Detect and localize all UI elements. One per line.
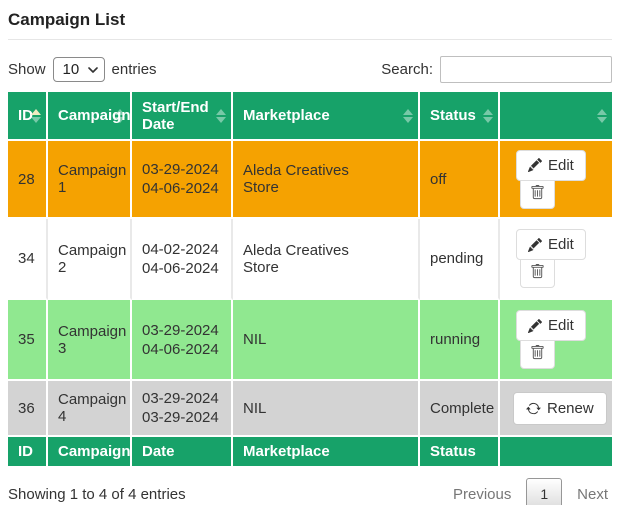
sort-arrows-icon [483, 109, 493, 123]
table-row: 28 Campaign 1 03-29-2024 04-06-2024 Aled… [8, 141, 612, 219]
end-date: 04-06-2024 [142, 259, 221, 278]
cell-status: off [420, 141, 500, 219]
footer-header-marketplace: Marketplace [233, 437, 420, 468]
renew-button-label: Renew [547, 401, 594, 416]
table-row: 36 Campaign 4 03-29-2024 03-29-2024 NIL … [8, 381, 612, 437]
footer-header-row: ID Campaign Date Marketplace Status [8, 437, 612, 468]
cell-status: running [420, 300, 500, 381]
sort-arrows-icon [115, 109, 125, 123]
title-divider [8, 39, 612, 40]
header-id[interactable]: ID [8, 92, 48, 141]
cell-status: pending [420, 219, 500, 300]
trash-icon [530, 185, 545, 200]
cell-dates: 03-29-2024 03-29-2024 [132, 381, 233, 437]
cell-campaign: Campaign 1 [48, 141, 132, 219]
cell-status: Complete [420, 381, 500, 437]
header-marketplace-label: Marketplace [243, 107, 330, 124]
cell-id: 28 [8, 141, 48, 219]
edit-button[interactable]: Edit [516, 310, 586, 341]
search-label: Search: [381, 61, 433, 78]
footer-header-id: ID [8, 437, 48, 468]
pencil-icon [528, 158, 542, 172]
pencil-icon [528, 238, 542, 252]
footer-header-date: Date [132, 437, 233, 468]
cell-id: 34 [8, 219, 48, 300]
renew-button[interactable]: Renew [513, 392, 607, 425]
refresh-icon [526, 401, 541, 416]
cell-campaign: Campaign 2 [48, 219, 132, 300]
search-input[interactable] [440, 56, 612, 83]
campaign-table: ID Campaign Start/End Date Marketplace S… [8, 92, 612, 468]
edit-button[interactable]: Edit [516, 150, 586, 181]
end-date: 03-29-2024 [142, 408, 221, 427]
footer-header-campaign: Campaign [48, 437, 132, 468]
cell-marketplace: NIL [233, 300, 420, 381]
entries-select[interactable]: 10 [53, 57, 105, 82]
table-header: ID Campaign Start/End Date Marketplace S… [8, 92, 612, 141]
header-campaign[interactable]: Campaign [48, 92, 132, 141]
header-marketplace[interactable]: Marketplace [233, 92, 420, 141]
sort-arrows-icon [216, 109, 226, 123]
search-control: Search: [381, 56, 612, 83]
cell-id: 36 [8, 381, 48, 437]
cell-campaign: Campaign 3 [48, 300, 132, 381]
page-length-control: Show 10 entries [8, 57, 157, 82]
cell-marketplace: Aleda Creatives Store [233, 219, 420, 300]
table-controls: Show 10 entries Search: [8, 56, 612, 83]
table-info-bar: Showing 1 to 4 of 4 entries Previous 1 N… [8, 478, 612, 505]
cell-dates: 03-29-2024 04-06-2024 [132, 300, 233, 381]
start-date: 03-29-2024 [142, 160, 221, 179]
cell-actions: Edit [500, 141, 612, 219]
pagination-page-1[interactable]: 1 [526, 478, 562, 505]
start-date: 03-29-2024 [142, 321, 221, 340]
sort-arrows-icon [31, 109, 41, 123]
edit-button-label: Edit [548, 237, 574, 252]
edit-button-label: Edit [548, 158, 574, 173]
footer-header-actions [500, 437, 612, 468]
sort-arrows-icon [403, 109, 413, 123]
table-row: 35 Campaign 3 03-29-2024 04-06-2024 NIL … [8, 300, 612, 381]
cell-actions: Edit [500, 300, 612, 381]
pencil-icon [528, 319, 542, 333]
start-date: 03-29-2024 [142, 389, 221, 408]
sort-arrows-icon [597, 109, 607, 123]
header-actions[interactable] [500, 92, 612, 141]
results-summary: Showing 1 to 4 of 4 entries [8, 486, 186, 503]
page-title: Campaign List [8, 10, 612, 30]
cell-campaign: Campaign 4 [48, 381, 132, 437]
header-date-label: Start/End Date [142, 99, 209, 133]
footer-header-status: Status [420, 437, 500, 468]
edit-button[interactable]: Edit [516, 229, 586, 260]
show-label: Show [8, 61, 46, 78]
trash-icon [530, 345, 545, 360]
pagination-previous[interactable]: Previous [453, 486, 511, 503]
header-date[interactable]: Start/End Date [132, 92, 233, 141]
trash-icon [530, 264, 545, 279]
start-date: 04-02-2024 [142, 240, 221, 259]
end-date: 04-06-2024 [142, 179, 221, 198]
cell-dates: 03-29-2024 04-06-2024 [132, 141, 233, 219]
entries-label: entries [112, 61, 157, 78]
cell-marketplace: NIL [233, 381, 420, 437]
table-footer-header: ID Campaign Date Marketplace Status [8, 437, 612, 468]
pagination-next[interactable]: Next [577, 486, 608, 503]
cell-actions: Renew [500, 381, 612, 437]
end-date: 04-06-2024 [142, 340, 221, 359]
cell-actions: Edit [500, 219, 612, 300]
header-row: ID Campaign Start/End Date Marketplace S… [8, 92, 612, 141]
header-status[interactable]: Status [420, 92, 500, 141]
edit-button-label: Edit [548, 318, 574, 333]
header-status-label: Status [430, 107, 476, 124]
cell-dates: 04-02-2024 04-06-2024 [132, 219, 233, 300]
pagination: Previous 1 Next [453, 478, 608, 505]
cell-id: 35 [8, 300, 48, 381]
entries-select-wrap: 10 [53, 57, 105, 82]
table-row: 34 Campaign 2 04-02-2024 04-06-2024 Aled… [8, 219, 612, 300]
cell-marketplace: Aleda Creatives Store [233, 141, 420, 219]
